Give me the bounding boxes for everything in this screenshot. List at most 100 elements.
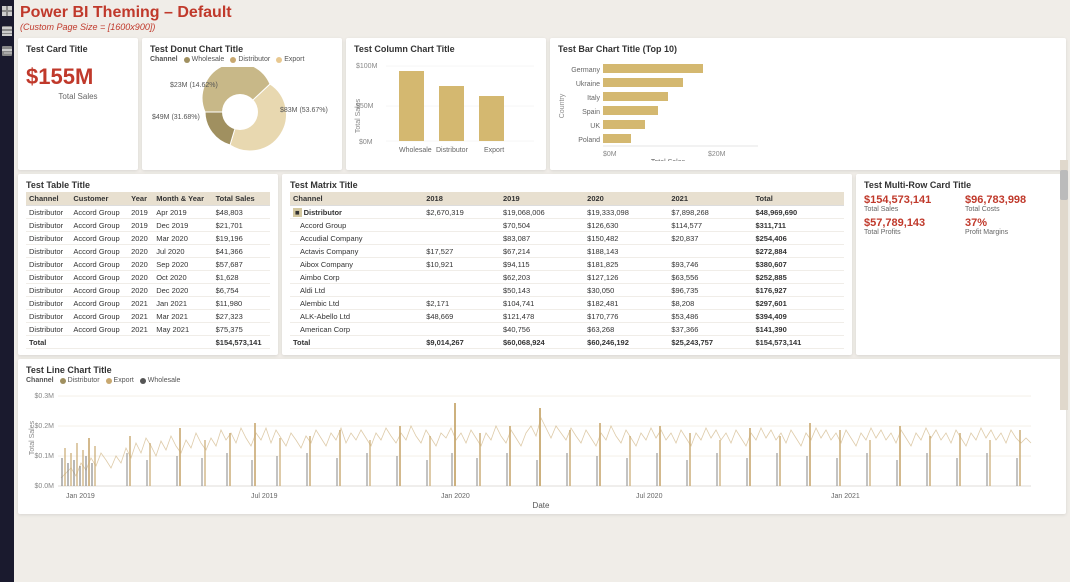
- table-row: DistributorAccord Group2019Dec 2019$21,7…: [26, 219, 270, 232]
- table-row: DistributorAccord Group2019Apr 2019$48,8…: [26, 206, 270, 219]
- col-month[interactable]: Month & Year: [153, 192, 212, 206]
- matrix-row: American Corp$40,756$63,268$37,366$141,3…: [290, 323, 844, 336]
- matrix-row: Alembic Ltd$2,171$104,741$182,481$8,208$…: [290, 297, 844, 310]
- mcol-2021[interactable]: 2021: [668, 192, 752, 206]
- col-customer[interactable]: Customer: [70, 192, 128, 206]
- line-chart-title: Test Line Chart Title: [26, 365, 1058, 375]
- svg-text:Italy: Italy: [587, 95, 600, 102]
- matrix-table: Channel 2018 2019 2020 2021 Total ■ Dist…: [290, 192, 844, 349]
- donut-legend: Channel Wholesale Distributor Export: [150, 56, 334, 63]
- data-table: Channel Customer Year Month & Year Total…: [26, 192, 270, 349]
- table-card: Test Table Title Channel Customer Year M…: [18, 174, 278, 355]
- svg-text:Ukraine: Ukraine: [576, 81, 600, 88]
- svg-text:Export: Export: [484, 147, 504, 154]
- legend-channel-label2: Channel: [26, 377, 54, 384]
- donut-chart-area: $23M (14.62%) $49M (31.68%) $83M (53.67%…: [150, 67, 334, 160]
- svg-text:Poland: Poland: [578, 137, 600, 144]
- table-row: DistributorAccord Group2020Oct 2020$1,62…: [26, 271, 270, 284]
- scrollbar-thumb[interactable]: [1060, 170, 1068, 200]
- svg-text:Jul 2020: Jul 2020: [636, 493, 663, 500]
- svg-text:$20M: $20M: [708, 151, 726, 158]
- multirow-grid: $154,573,141 Total Sales $96,783,998 Tot…: [864, 194, 1058, 236]
- matrix-title: Test Matrix Title: [290, 180, 844, 190]
- matrix-scroll[interactable]: Channel 2018 2019 2020 2021 Total ■ Dist…: [290, 192, 844, 349]
- page-title: Power BI Theming – Default: [20, 4, 232, 22]
- svg-text:$0.2M: $0.2M: [35, 423, 55, 430]
- svg-text:UK: UK: [590, 123, 600, 130]
- matrix-card: Test Matrix Title Channel 2018 2019 2020…: [282, 174, 852, 355]
- table-row: DistributorAccord Group2021Mar 2021$27,3…: [26, 310, 270, 323]
- svg-text:Jan 2020: Jan 2020: [441, 493, 470, 500]
- svg-text:Jan 2019: Jan 2019: [66, 493, 95, 500]
- sidebar: [0, 0, 14, 582]
- svg-text:Total Sales: Total Sales: [355, 98, 362, 133]
- matrix-row: Aimbo Corp$62,203$127,126$63,556$252,885: [290, 271, 844, 284]
- mcol-2018[interactable]: 2018: [423, 192, 500, 206]
- column-chart-svg: $100M $50M $0M Wholesale Distributor Exp…: [354, 56, 539, 156]
- card-value: $155M: [26, 64, 130, 90]
- column-chart-card: Test Column Chart Title $100M $50M $0M W…: [346, 38, 546, 170]
- table-row: DistributorAccord Group2020Mar 2020$19,1…: [26, 232, 270, 245]
- table-total-row: Total$154,573,141: [26, 336, 270, 349]
- matrix-row: Aibox Company$10,921$94,115$181,825$93,7…: [290, 258, 844, 271]
- multirow-value-profits: $57,789,143: [864, 217, 957, 229]
- legend-channel-label: Channel: [150, 56, 178, 63]
- bar-chart-svg: Germany Ukraine Italy Spain UK Poland $0…: [558, 56, 778, 161]
- svg-text:Wholesale: Wholesale: [399, 147, 432, 154]
- svg-text:Jan 2021: Jan 2021: [831, 493, 860, 500]
- svg-text:$0.1M: $0.1M: [35, 453, 55, 460]
- matrix-row: Actavis Company$17,527$67,214$188,143$27…: [290, 245, 844, 258]
- mcol-2020[interactable]: 2020: [584, 192, 668, 206]
- matrix-row: Accudial Company$83,087$150,482$20,837$2…: [290, 232, 844, 245]
- donut-title: Test Donut Chart Title: [150, 44, 334, 54]
- col-sales[interactable]: Total Sales: [213, 192, 270, 206]
- line-chart-area: $0.3M $0.2M $0.1M $0.0M Total Sales: [26, 388, 1058, 508]
- multirow-value-totalsales: $154,573,141: [864, 194, 957, 206]
- table-scroll[interactable]: Channel Customer Year Month & Year Total…: [26, 192, 270, 349]
- table-row: DistributorAccord Group2020Jul 2020$41,3…: [26, 245, 270, 258]
- middle-row: Test Table Title Channel Customer Year M…: [18, 174, 1066, 355]
- svg-text:$0.3M: $0.3M: [35, 393, 55, 400]
- multirow-title: Test Multi-Row Card Title: [864, 180, 1058, 190]
- list-icon[interactable]: [2, 26, 12, 36]
- line-legend: Channel Distributor Export Wholesale: [26, 377, 1058, 384]
- svg-text:$83M (53.67%): $83M (53.67%): [280, 107, 328, 114]
- multirow-label-profits: Total Profits: [864, 229, 957, 236]
- mcol-channel[interactable]: Channel: [290, 192, 423, 206]
- multirow-item-totalsales: $154,573,141 Total Sales: [864, 194, 957, 213]
- col-channel[interactable]: Channel: [26, 192, 70, 206]
- svg-text:$49M (31.68%): $49M (31.68%): [152, 114, 200, 121]
- multirow-label-margins: Profit Margins: [965, 229, 1058, 236]
- svg-text:Spain: Spain: [582, 109, 600, 116]
- layer-icon[interactable]: [2, 46, 12, 56]
- mcol-2019[interactable]: 2019: [500, 192, 584, 206]
- legend-export: Export: [276, 56, 304, 63]
- table-title: Test Table Title: [26, 180, 270, 190]
- legend-distributor: Distributor: [230, 56, 270, 63]
- bar-chart-card: Test Bar Chart Title (Top 10) Germany Uk…: [550, 38, 1066, 170]
- legend-wholesale: Wholesale: [184, 56, 225, 63]
- table-row: DistributorAccord Group2020Sep 2020$57,6…: [26, 258, 270, 271]
- grid-icon[interactable]: [2, 6, 12, 16]
- mcol-total[interactable]: Total: [752, 192, 844, 206]
- svg-text:Country: Country: [559, 93, 566, 118]
- svg-text:$0.0M: $0.0M: [35, 483, 55, 490]
- donut-chart-card: Test Donut Chart Title Channel Wholesale…: [142, 38, 342, 170]
- svg-text:Distributor: Distributor: [436, 147, 469, 154]
- matrix-row: ALK-Abello Ltd$48,669$121,478$170,776$53…: [290, 310, 844, 323]
- legend-distributor2: Distributor: [60, 377, 100, 384]
- matrix-total-row: Total$9,014,267$60,068,924$60,246,192$25…: [290, 336, 844, 349]
- matrix-row: Accord Group$70,504$126,630$114,577$311,…: [290, 219, 844, 232]
- bar-chart-title: Test Bar Chart Title (Top 10): [558, 44, 1058, 54]
- svg-text:$23M (14.62%): $23M (14.62%): [170, 82, 218, 89]
- col-year[interactable]: Year: [128, 192, 153, 206]
- svg-text:Date: Date: [533, 501, 550, 508]
- table-row: DistributorAccord Group2021May 2021$75,3…: [26, 323, 270, 336]
- multirow-value-totalcosts: $96,783,998: [965, 194, 1058, 206]
- multirow-label-totalsales: Total Sales: [864, 206, 957, 213]
- top-row: Test Card Title $155M Total Sales Test D…: [18, 38, 1066, 170]
- column-chart-title: Test Column Chart Title: [354, 44, 538, 54]
- scrollbar-track[interactable]: [1060, 160, 1068, 410]
- line-chart-svg: $0.3M $0.2M $0.1M $0.0M Total Sales: [26, 388, 1036, 508]
- multirow-label-totalcosts: Total Costs: [965, 206, 1058, 213]
